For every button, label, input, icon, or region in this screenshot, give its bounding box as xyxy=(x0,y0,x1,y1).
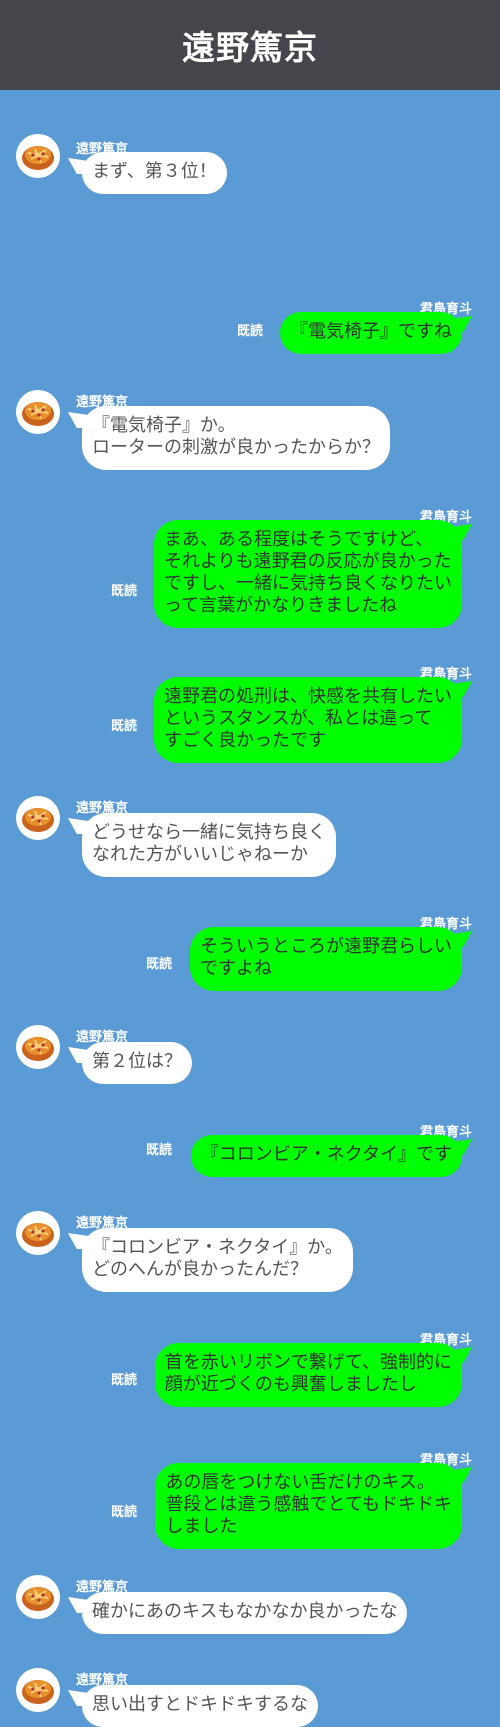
message-bubble[interactable]: 『電気椅子』ですね xyxy=(280,312,462,354)
message-bubble[interactable]: どうせなら一緒に気持ち良く なれた方がいいじゃねーか xyxy=(82,813,336,877)
message-bubble[interactable]: 首を赤いリボンで繋げて、強制的に 顔が近づくのも興奮しましたし xyxy=(154,1343,462,1407)
pie-icon xyxy=(22,1223,54,1247)
message-bubble[interactable]: そういうところが遠野君らしい ですよね xyxy=(190,927,462,991)
read-receipt: 既読 xyxy=(146,957,173,972)
avatar[interactable] xyxy=(16,134,60,178)
read-receipt: 既読 xyxy=(111,719,138,734)
pie-icon xyxy=(22,402,54,426)
avatar[interactable] xyxy=(16,390,60,434)
pie-icon xyxy=(22,1037,54,1061)
message-bubble[interactable]: あの唇をつけない舌だけのキス。 普段とは違う感触でとてもドキドキ しました xyxy=(155,1463,462,1549)
read-receipt: 既読 xyxy=(111,1505,138,1520)
chat-header: 遠野篤京 xyxy=(0,0,500,90)
message-bubble[interactable]: 『コロンビア・ネクタイ』か。 どのへんが良かったんだ？ xyxy=(82,1228,353,1292)
pie-icon xyxy=(22,1587,54,1611)
message-bubble[interactable]: 『電気椅子』か。 ローターの刺激が良かったからか？ xyxy=(82,406,390,470)
read-receipt: 既読 xyxy=(146,1143,173,1158)
chat-title: 遠野篤京 xyxy=(182,28,318,67)
read-receipt: 既読 xyxy=(111,584,138,599)
message-bubble[interactable]: 思い出すとドキドキするな xyxy=(82,1685,318,1727)
message-bubble[interactable]: 遠野君の処刑は、快感を共有したい というスタンスが、私とは違って すごく良かった… xyxy=(154,677,462,763)
message-bubble[interactable]: 第２位は？ xyxy=(82,1042,192,1084)
read-receipt: 既読 xyxy=(111,1373,138,1388)
avatar[interactable] xyxy=(16,1025,60,1069)
pie-icon xyxy=(22,808,54,832)
avatar[interactable] xyxy=(16,1575,60,1619)
message-bubble[interactable]: 『コロンビア・ネクタイ』です xyxy=(190,1135,462,1177)
avatar[interactable] xyxy=(16,1668,60,1712)
read-receipt: 既読 xyxy=(237,324,264,339)
avatar[interactable] xyxy=(16,796,60,840)
message-bubble[interactable]: まず、第３位！ xyxy=(82,152,227,194)
message-bubble[interactable]: 確かにあのキスもなかなか良かったな xyxy=(82,1592,408,1634)
avatar[interactable] xyxy=(16,1211,60,1255)
pie-icon xyxy=(22,1680,54,1704)
message-bubble[interactable]: まあ、ある程度はそうですけど、 それよりも遠野君の反応が良かった ですし、一緒に… xyxy=(154,520,462,628)
pie-icon xyxy=(22,146,54,170)
